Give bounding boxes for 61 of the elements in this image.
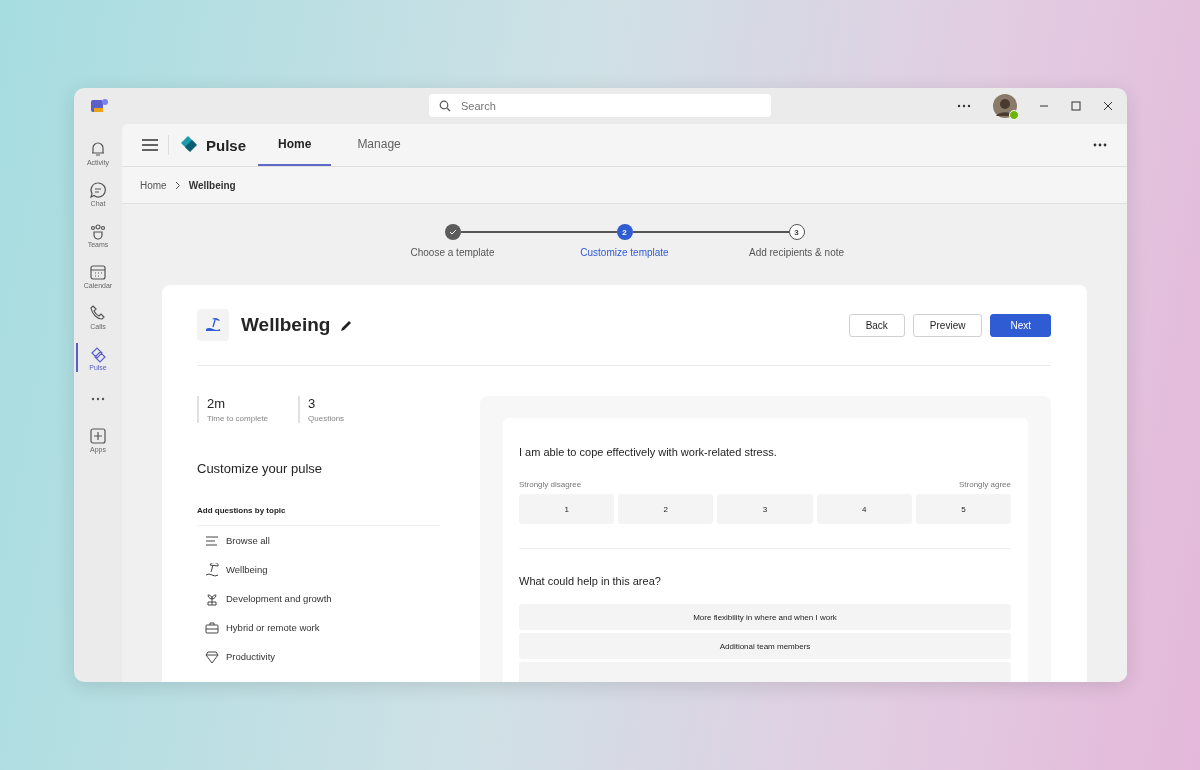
breadcrumb-link[interactable]: Wellbeing — [188, 179, 236, 191]
rating-option[interactable]: 1 — [519, 494, 615, 524]
answer-option[interactable]: More flexibility in where and when I work — [519, 604, 1011, 630]
breadcrumb-link[interactable]: Home — [140, 179, 167, 191]
topic-item[interactable]: Browse all — [197, 526, 440, 555]
step-label: Choose a template — [410, 247, 495, 258]
rating-option[interactable]: 5 — [915, 494, 1011, 524]
pulse-logo-icon — [179, 135, 199, 155]
close-icon[interactable] — [1103, 101, 1113, 111]
action-button[interactable]: Next — [990, 313, 1051, 337]
nav-tab[interactable]: Manage — [337, 124, 421, 166]
more-icon — [91, 396, 105, 401]
rating-option[interactable]: 2 — [618, 494, 714, 524]
answer-option[interactable]: Additional team members — [519, 633, 1011, 659]
people-icon — [89, 221, 107, 240]
question-text: I am able to cope effectively with work-related stress. — [519, 446, 778, 458]
action-button[interactable]: Preview — [912, 313, 983, 337]
search-field[interactable]: Search — [429, 94, 771, 117]
stat-value: 2m — [207, 396, 227, 411]
action-button[interactable]: Back — [848, 313, 905, 337]
step-label: Add recipients & note — [748, 247, 845, 258]
more-icon[interactable] — [1093, 143, 1107, 147]
topics-heading: Add questions by topic — [197, 506, 440, 526]
diamond-icon — [205, 649, 219, 664]
presence-dot — [1009, 110, 1019, 120]
bell-icon — [89, 139, 107, 158]
app-name: Pulse — [206, 136, 247, 154]
phone-icon — [89, 303, 107, 322]
scale-label: Strongly agree — [958, 480, 1011, 489]
scale-label: Strongly disagree — [519, 480, 582, 489]
search-icon — [439, 99, 451, 112]
step-indicator: 2 — [616, 224, 633, 240]
rating-option[interactable]: 3 — [717, 494, 813, 524]
list-icon — [205, 533, 219, 548]
nav-tab[interactable]: Home — [258, 124, 332, 166]
menu-icon[interactable] — [142, 139, 158, 151]
topic-item[interactable]: Wellbeing — [197, 555, 440, 584]
plant-icon — [205, 591, 219, 606]
app-logo-icon — [91, 98, 109, 114]
avatar[interactable] — [993, 94, 1017, 118]
topic-item[interactable]: Hybrid or remote work — [197, 613, 440, 642]
chat-icon — [89, 180, 107, 199]
add-icon — [89, 426, 107, 445]
stat-value: 3 — [308, 396, 317, 411]
chevron-right-icon — [174, 180, 181, 190]
rating-option[interactable]: 4 — [816, 494, 912, 524]
question-text: What could help in this area? — [519, 575, 662, 587]
section-title: Customize your pulse — [197, 461, 323, 476]
more-icon[interactable] — [957, 104, 971, 108]
step-indicator: 3 — [788, 224, 805, 240]
step-label: Customize template — [580, 247, 669, 258]
calendar-icon — [89, 262, 107, 281]
survey-title: Wellbeing — [241, 314, 331, 336]
search-input[interactable]: Search — [459, 98, 761, 113]
pencil-icon[interactable] — [340, 318, 354, 332]
briefcase-icon — [205, 620, 219, 635]
stat-label: Questions — [308, 414, 345, 423]
topic-item[interactable]: Development and growth — [197, 584, 440, 613]
maximize-icon[interactable] — [1071, 101, 1081, 111]
topic-item[interactable]: Productivity — [197, 642, 440, 671]
stat-label: Time to complete — [207, 414, 269, 423]
